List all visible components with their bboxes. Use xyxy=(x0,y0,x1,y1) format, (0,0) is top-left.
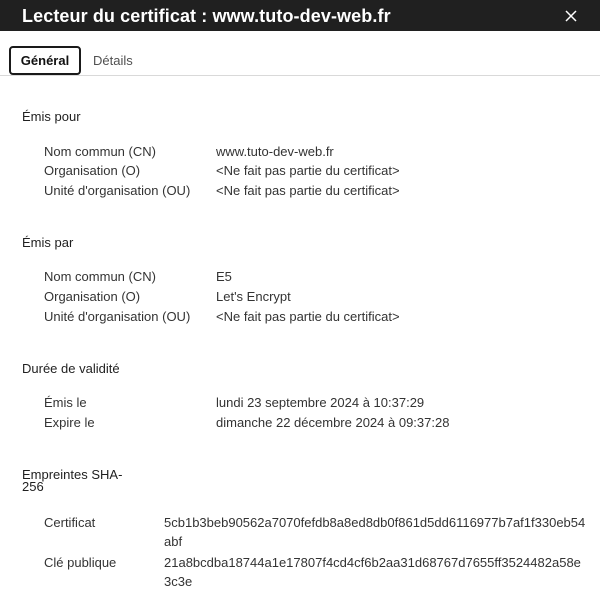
tab-general[interactable]: Général xyxy=(9,46,81,75)
issued-on-value: lundi 23 septembre 2024 à 10:37:29 xyxy=(216,395,425,410)
certificate-hash-label: Certificat xyxy=(44,515,96,530)
issued-on-label: Émis le xyxy=(44,395,87,410)
expires-on-value: dimanche 22 décembre 2024 à 09:37:28 xyxy=(216,415,450,430)
public-key-hash-label: Clé publique xyxy=(44,555,117,570)
issued-by-ou-label: Unité d'organisation (OU) xyxy=(44,309,191,324)
window-title: Lecteur du certificat : www.tuto-dev-web… xyxy=(22,6,391,26)
section-title-validity: Durée de validité xyxy=(22,361,120,376)
expires-on-label: Expire le xyxy=(44,415,95,430)
issued-to-o-label: Organisation (O) xyxy=(44,163,141,178)
close-icon[interactable] xyxy=(560,5,582,27)
issued-to-ou-value: <Ne fait pas partie du certificat> xyxy=(216,183,400,198)
tab-bar: Général Détails xyxy=(0,31,600,76)
tab-details[interactable]: Détails xyxy=(93,53,133,68)
section-title-issued-by: Émis par xyxy=(22,235,74,250)
issued-to-cn-value: www.tuto-dev-web.fr xyxy=(216,144,334,159)
public-key-hash-value: 21a8bcdba18744a1e17807f4cd4cf6b2aa31d687… xyxy=(164,555,581,589)
issued-by-o-value: Let's Encrypt xyxy=(216,289,291,304)
issued-by-o-label: Organisation (O) xyxy=(44,289,141,304)
section-title-fingerprints: Empreintes SHA-256 xyxy=(22,467,123,494)
title-bar: Lecteur du certificat : www.tuto-dev-web… xyxy=(0,0,600,31)
section-title-issued-to: Émis pour xyxy=(22,109,81,124)
issued-by-cn-label: Nom commun (CN) xyxy=(44,269,156,284)
issued-to-o-value: <Ne fait pas partie du certificat> xyxy=(216,163,400,178)
certificate-hash-value: 5cb1b3beb90562a7070fefdb8a8ed8db0f861d5d… xyxy=(164,515,586,549)
issued-by-cn-value: E5 xyxy=(216,269,232,284)
issued-to-ou-label: Unité d'organisation (OU) xyxy=(44,183,191,198)
issued-by-ou-value: <Ne fait pas partie du certificat> xyxy=(216,309,400,324)
issued-to-cn-label: Nom commun (CN) xyxy=(44,144,156,159)
